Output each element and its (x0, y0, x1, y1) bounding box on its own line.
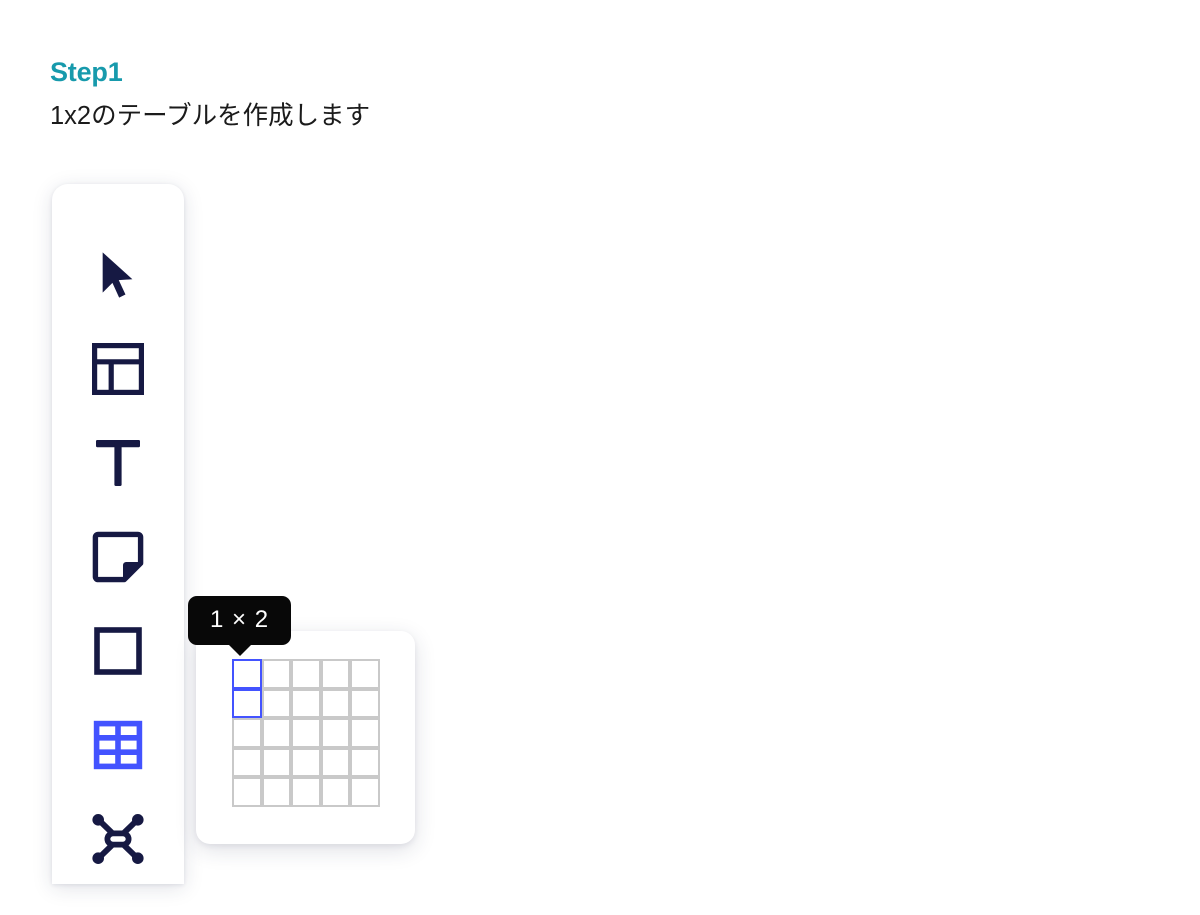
grid-cell[interactable] (291, 688, 321, 719)
grid-cell[interactable] (291, 747, 321, 778)
grid-row[interactable] (232, 777, 380, 807)
select-tool-button[interactable] (52, 228, 184, 322)
connector-icon (91, 813, 145, 865)
grid-row[interactable] (232, 659, 380, 689)
grid-cell[interactable] (350, 688, 380, 719)
frame-layout-icon (90, 341, 146, 397)
grid-picker-table[interactable] (232, 659, 380, 807)
grid-cell[interactable] (261, 718, 292, 748)
grid-cell[interactable] (291, 777, 321, 807)
grid-cell[interactable] (350, 747, 380, 778)
sticky-note-tool-button[interactable] (52, 510, 184, 604)
step2-column: Step2 テーブル名の部分に『画面名』を入れます New table (650, 0, 1200, 915)
grid-cell[interactable] (320, 659, 351, 689)
grid-cell[interactable] (232, 718, 262, 748)
tool-palette (52, 184, 184, 884)
grid-cell[interactable] (320, 718, 351, 748)
table-grid-icon (93, 720, 143, 770)
grid-cell[interactable] (261, 659, 292, 689)
grid-row[interactable] (232, 747, 380, 778)
table-size-picker[interactable] (196, 631, 415, 844)
grid-picker-cells[interactable] (232, 659, 380, 807)
grid-cell[interactable] (232, 688, 262, 719)
grid-cell[interactable] (350, 777, 380, 807)
grid-row[interactable] (232, 688, 380, 719)
text-t-icon (92, 436, 144, 490)
grid-cell[interactable] (320, 747, 351, 778)
text-tool-button[interactable] (52, 416, 184, 510)
step1-description: 1x2のテーブルを作成します (50, 102, 371, 130)
grid-cell[interactable] (350, 659, 380, 689)
frame-tool-button[interactable] (52, 322, 184, 416)
grid-cell[interactable] (291, 718, 321, 748)
shape-tool-button[interactable] (52, 604, 184, 698)
sticky-note-icon (91, 530, 145, 584)
grid-cell[interactable] (232, 747, 262, 778)
square-icon (93, 626, 143, 676)
grid-cell[interactable] (350, 718, 380, 748)
grid-cell[interactable] (232, 777, 262, 807)
connector-tool-button[interactable] (52, 792, 184, 886)
cursor-arrow-icon (95, 249, 141, 301)
grid-cell[interactable] (261, 688, 292, 719)
grid-cell[interactable] (232, 659, 262, 689)
grid-row[interactable] (232, 718, 380, 748)
grid-cell[interactable] (320, 777, 351, 807)
step1-title: Step1 (50, 57, 123, 87)
grid-cell[interactable] (320, 688, 351, 719)
grid-cell[interactable] (261, 777, 292, 807)
grid-cell[interactable] (291, 659, 321, 689)
grid-size-tooltip: 1 × 2 (188, 596, 292, 645)
grid-cell[interactable] (261, 747, 292, 778)
table-tool-button[interactable] (52, 698, 184, 792)
step1-column: Step1 1x2のテーブルを作成します 1 × 2 (0, 0, 650, 915)
